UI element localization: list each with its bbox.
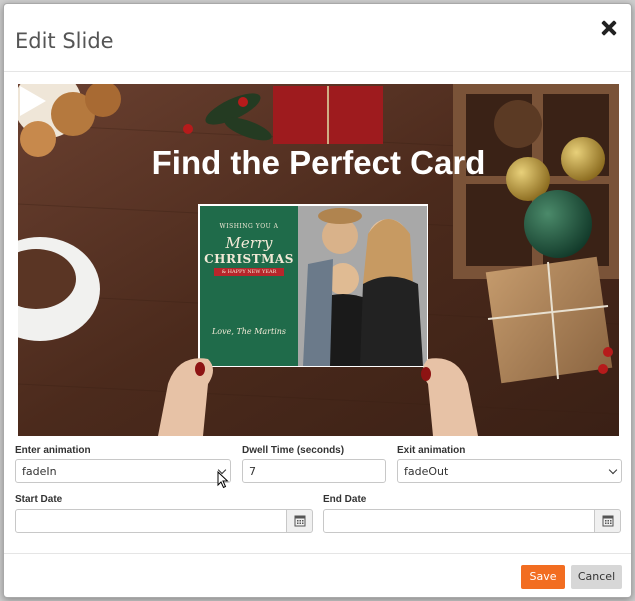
start-date-calendar-button[interactable]: [286, 509, 313, 533]
start-date-label: Start Date: [15, 494, 63, 505]
card-new-year-ribbon: & HAPPY NEW YEAR: [214, 268, 284, 276]
end-date-input[interactable]: [323, 509, 595, 533]
slide-preview: Find the Perfect Card WISHING YOU A Merr…: [18, 84, 619, 436]
slide-headline: Find the Perfect Card: [151, 144, 486, 181]
calendar-icon: [294, 515, 306, 527]
dialog-title: Edit Slide: [15, 29, 114, 53]
exit-animation-value: fadeOut: [404, 465, 449, 478]
mouse-cursor-icon: [217, 471, 229, 489]
slide-background-image: [18, 84, 619, 436]
cancel-button[interactable]: Cancel: [571, 565, 622, 589]
enter-animation-select[interactable]: fadeIn: [15, 459, 231, 483]
footer-divider: [4, 553, 631, 554]
dwell-time-value: 7: [249, 465, 256, 478]
dialog-header: Edit Slide: [4, 4, 631, 72]
enter-animation-label: Enter animation: [15, 445, 91, 456]
enter-animation-value: fadeIn: [22, 465, 57, 478]
card-christmas-text: CHRISTMAS: [204, 252, 294, 266]
exit-animation-label: Exit animation: [397, 445, 466, 456]
exit-animation-select[interactable]: fadeOut: [397, 459, 622, 483]
play-icon[interactable]: [18, 84, 48, 118]
card-merry-text: Merry: [225, 234, 273, 252]
start-date-input[interactable]: [15, 509, 287, 533]
end-date-calendar-button[interactable]: [594, 509, 621, 533]
card-signature: Love, The Martins: [211, 327, 287, 336]
chevron-down-icon: [608, 465, 618, 475]
dwell-time-input[interactable]: 7: [242, 459, 386, 483]
close-icon[interactable]: [599, 18, 619, 38]
calendar-icon: [602, 515, 614, 527]
dwell-time-label: Dwell Time (seconds): [242, 445, 345, 456]
edit-slide-dialog: Edit Slide Find the Perfect Card WISHING…: [3, 3, 632, 598]
card-greeting-line: WISHING YOU A: [219, 223, 279, 230]
end-date-label: End Date: [323, 494, 367, 505]
save-button[interactable]: Save: [521, 565, 565, 589]
